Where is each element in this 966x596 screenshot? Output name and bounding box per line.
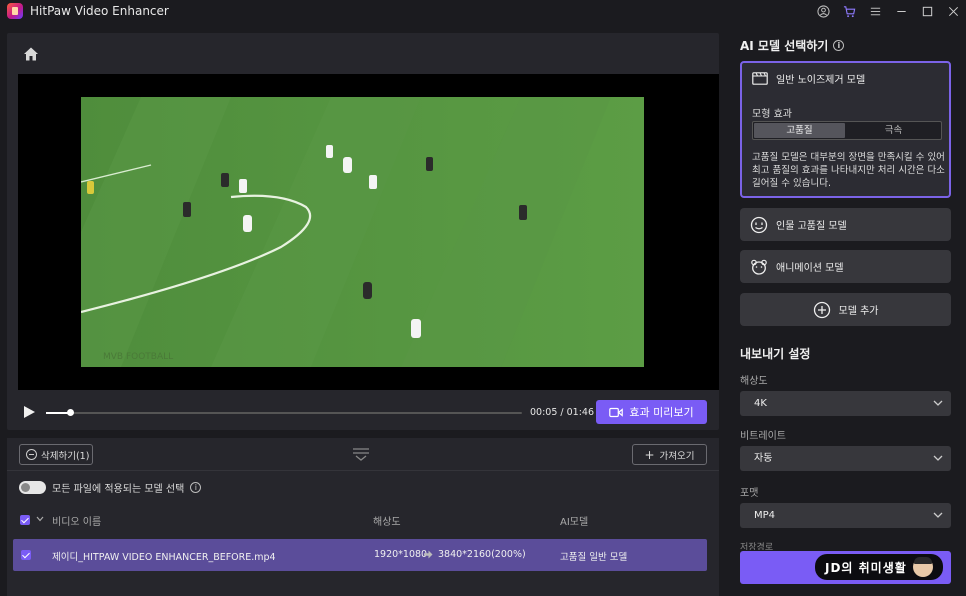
play-icon[interactable] [22, 405, 36, 419]
import-button[interactable]: + 가져오기 [632, 444, 707, 465]
blog-watermark: JD의 취미생활 [815, 554, 943, 580]
model-portrait-label: 인물 고품질 모델 [776, 221, 847, 232]
select-all-checkbox[interactable] [20, 515, 30, 525]
table-row[interactable]: 제이디_HITPAW VIDEO ENHANCER_BEFORE.mp4 192… [13, 539, 707, 571]
close-icon[interactable] [940, 0, 966, 23]
model-name: 일반 노이즈제거 모델 [776, 75, 866, 86]
import-label: 가져오기 [659, 450, 695, 462]
quality-segmented-control: 고품질 극속 [752, 121, 942, 140]
title-bar: HitPaw Video Enhancer [0, 0, 966, 23]
effect-label: 모형 효과 [752, 109, 792, 120]
bitrate-label: 비트레이트 [740, 431, 786, 442]
delete-button[interactable]: 삭제하기(1) [19, 444, 93, 465]
target-resolution: 3840*2160(200%) [438, 549, 526, 560]
seek-handle[interactable] [67, 409, 74, 416]
sidebar-title: AI 모델 선택하기 i [740, 37, 845, 54]
plus-circle-icon [813, 301, 830, 318]
apply-all-toggle[interactable] [19, 480, 46, 494]
bitrate-value: 자동 [754, 453, 773, 464]
add-model-label: 모델 추가 [838, 306, 879, 317]
watermark-text: JD의 취미생활 [825, 560, 907, 575]
table-header: 비디오 이름 해상도 AI모델 [19, 511, 709, 528]
clapperboard-icon [752, 72, 768, 85]
export-button[interactable]: JD의 취미생활 [740, 551, 951, 584]
model-card-general-denoise[interactable]: 일반 노이즈제거 모델 모형 효과 고품질 극속 고품질 모델은 대부분의 장면… [740, 61, 951, 198]
resolution-select[interactable]: 4K [740, 391, 951, 416]
soccer-field-image: MVB FOOTBALL [81, 97, 644, 367]
model-card-animation[interactable]: 애니메이션 모델 [740, 250, 951, 283]
source-resolution: 1920*1080 [374, 549, 428, 560]
resolution-label: 해상도 [740, 376, 768, 387]
format-label: 포맷 [740, 488, 759, 499]
file-list-panel: 삭제하기(1) + 가져오기 모든 파일에 적용되는 모델 선택 i 비디오 이… [7, 438, 719, 596]
minimize-icon[interactable] [888, 0, 914, 23]
preview-effect-label: 효과 미리보기 [629, 406, 694, 419]
column-model: AI모델 [560, 517, 589, 528]
column-name: 비디오 이름 [52, 517, 102, 528]
chevron-down-icon [933, 512, 943, 518]
delete-label: 삭제하기(1) [41, 450, 90, 462]
maximize-icon[interactable] [914, 0, 940, 23]
arrow-right-icon [424, 550, 433, 559]
minus-circle-icon [26, 449, 37, 460]
chevron-down-icon[interactable] [36, 516, 44, 522]
avatar [912, 557, 933, 577]
chevron-down-icon [933, 455, 943, 461]
chevron-down-icon [933, 400, 943, 406]
video-watermark: MVB FOOTBALL [103, 352, 173, 362]
file-name: 제이디_HITPAW VIDEO ENHANCER_BEFORE.mp4 [52, 552, 276, 563]
menu-icon[interactable] [862, 0, 888, 23]
seek-bar[interactable] [46, 409, 522, 416]
model-card-portrait[interactable]: 인물 고품질 모델 [740, 208, 951, 241]
video-frame[interactable]: MVB FOOTBALL [81, 97, 644, 367]
add-model-button[interactable]: 모델 추가 [740, 293, 951, 326]
sidebar-title-text: AI 모델 선택하기 [740, 39, 829, 53]
model-animation-label: 애니메이션 모델 [776, 263, 844, 274]
save-path-label: 저장경로 [740, 543, 774, 550]
option-high-quality[interactable]: 고품질 [754, 123, 845, 138]
export-settings-title: 내보내기 설정 [740, 347, 811, 361]
preview-effect-button[interactable]: 효과 미리보기 [596, 400, 707, 424]
column-resolution: 해상도 [373, 517, 401, 528]
app-title: HitPaw Video Enhancer [30, 4, 169, 18]
resolution-value: 4K [754, 398, 767, 409]
video-camera-icon [609, 407, 624, 417]
apply-all-label: 모든 파일에 적용되는 모델 선택 [52, 483, 185, 495]
cart-icon[interactable] [836, 0, 862, 23]
file-list-toolbar: 삭제하기(1) + 가져오기 [7, 438, 719, 471]
timecode: 00:05 / 01:46 [530, 407, 594, 418]
format-select[interactable]: MP4 [740, 503, 951, 528]
info-icon[interactable]: i [833, 40, 845, 51]
plus-icon: + [644, 447, 655, 462]
bear-icon [751, 259, 767, 275]
model-sidebar: AI 모델 선택하기 i 일반 노이즈제거 모델 모형 효과 고품질 극속 고품… [727, 23, 966, 596]
bitrate-select[interactable]: 자동 [740, 446, 951, 471]
collapse-icon[interactable] [352, 447, 370, 461]
row-model: 고품질 일반 모델 [560, 552, 628, 563]
video-area: MVB FOOTBALL [18, 74, 719, 390]
user-icon[interactable] [810, 0, 836, 23]
option-fast[interactable]: 극속 [846, 123, 941, 138]
app-logo-icon [7, 3, 23, 19]
info-icon[interactable]: i [190, 481, 202, 493]
format-value: MP4 [754, 510, 776, 521]
preview-panel: MVB FOOTBALL 00:05 / 01:46 효과 미리보기 [7, 33, 719, 430]
player-controls: 00:05 / 01:46 효과 미리보기 [18, 399, 708, 427]
home-icon[interactable] [22, 45, 40, 63]
face-icon [750, 216, 768, 233]
apply-all-row: 모든 파일에 적용되는 모델 선택 i [19, 479, 202, 495]
model-description: 고품질 모델은 대부분의 장면을 만족시킬 수 있어 최고 품질의 효과를 나타… [752, 152, 945, 189]
row-checkbox[interactable] [21, 550, 31, 560]
